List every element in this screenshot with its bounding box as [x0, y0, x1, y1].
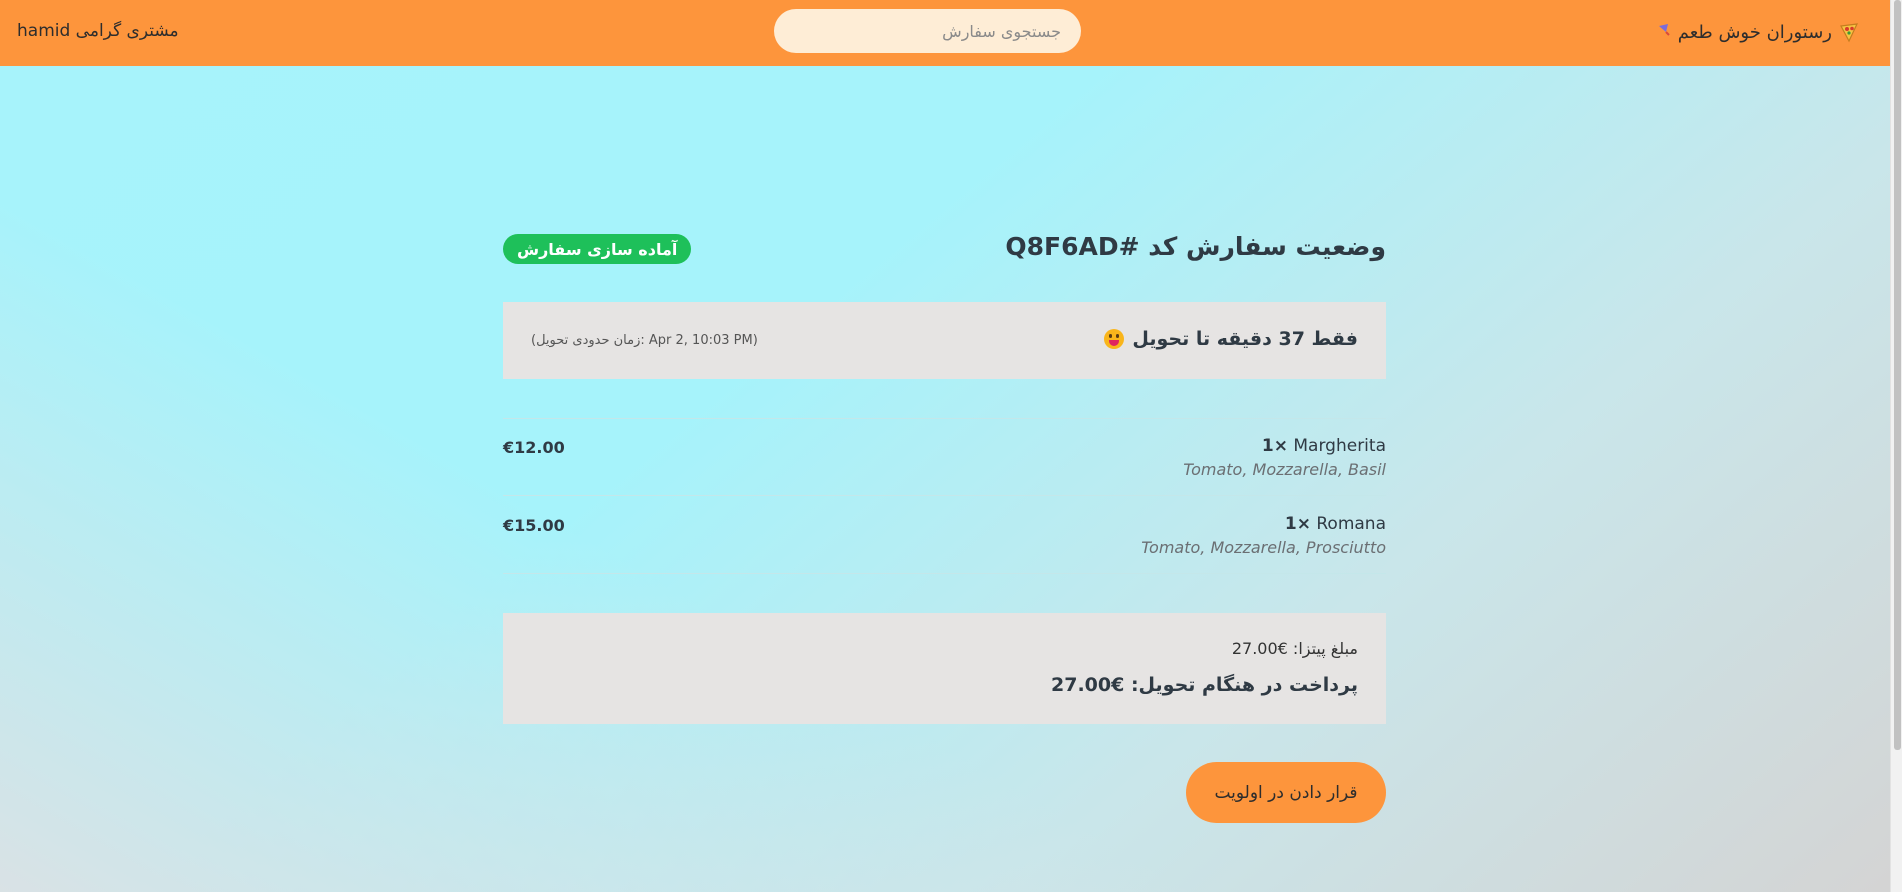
eta-estimated-time: (زمان حدودی تحویل: Apr 2, 10:03 PM)	[531, 333, 758, 348]
payment-summary-box: مبلغ پیتزا: €27.00 پرداخت در هنگام تحویل…	[503, 613, 1386, 724]
scrollbar-thumb[interactable]	[1894, 0, 1901, 750]
grinning-face-icon	[1104, 329, 1125, 349]
top-navbar: مشتری گرامی hamid رستوران خوش طعم	[0, 0, 1890, 66]
divider	[503, 573, 1386, 574]
pay-on-delivery-total: پرداخت در هنگام تحویل: €27.00	[1051, 674, 1358, 696]
item-price: €15.00	[503, 516, 565, 535]
pizza-price: مبلغ پیتزا: €27.00	[1231, 639, 1358, 658]
list-item: 1× Romana Tomato, Mozzarella, Prosciutto…	[503, 496, 1386, 573]
item-name: Margherita	[1293, 436, 1386, 456]
item-ingredients: Tomato, Mozzarella, Prosciutto	[1141, 538, 1386, 557]
item-ingredients: Tomato, Mozzarella, Basil	[1183, 460, 1386, 479]
page-scrollbar[interactable]	[1890, 0, 1902, 892]
chef-hat-icon	[1656, 22, 1672, 43]
eta-main: فقط 37 دقیقه تا تحویل	[1104, 328, 1358, 350]
order-search-input[interactable]	[774, 9, 1081, 53]
customer-greeting: مشتری گرامی hamid	[17, 21, 179, 41]
list-item: 1× Margherita Tomato, Mozzarella, Basil …	[503, 418, 1386, 495]
item-qty: 1×	[1261, 436, 1288, 456]
brand-name: رستوران خوش طعم	[1677, 21, 1832, 43]
item-qty: 1×	[1284, 514, 1311, 534]
delivery-eta-box: فقط 37 دقیقه تا تحویل (زمان حدودی تحویل:…	[503, 302, 1386, 379]
eta-main-text: فقط 37 دقیقه تا تحویل	[1132, 328, 1358, 350]
item-name-line: 1× Margherita	[1262, 436, 1386, 456]
pizza-logo-icon	[1838, 21, 1860, 43]
order-title: وضعیت سفارش کد #Q8F6AD	[1005, 232, 1386, 261]
status-badge: آماده سازی سفارش	[503, 234, 692, 264]
brand-link[interactable]: رستوران خوش طعم	[1656, 20, 1860, 44]
item-name-line: 1× Romana	[1285, 514, 1386, 534]
item-price: €12.00	[503, 438, 565, 457]
item-name: Romana	[1316, 514, 1386, 534]
prioritize-order-button[interactable]: قرار دادن در اولویت	[1186, 762, 1386, 823]
